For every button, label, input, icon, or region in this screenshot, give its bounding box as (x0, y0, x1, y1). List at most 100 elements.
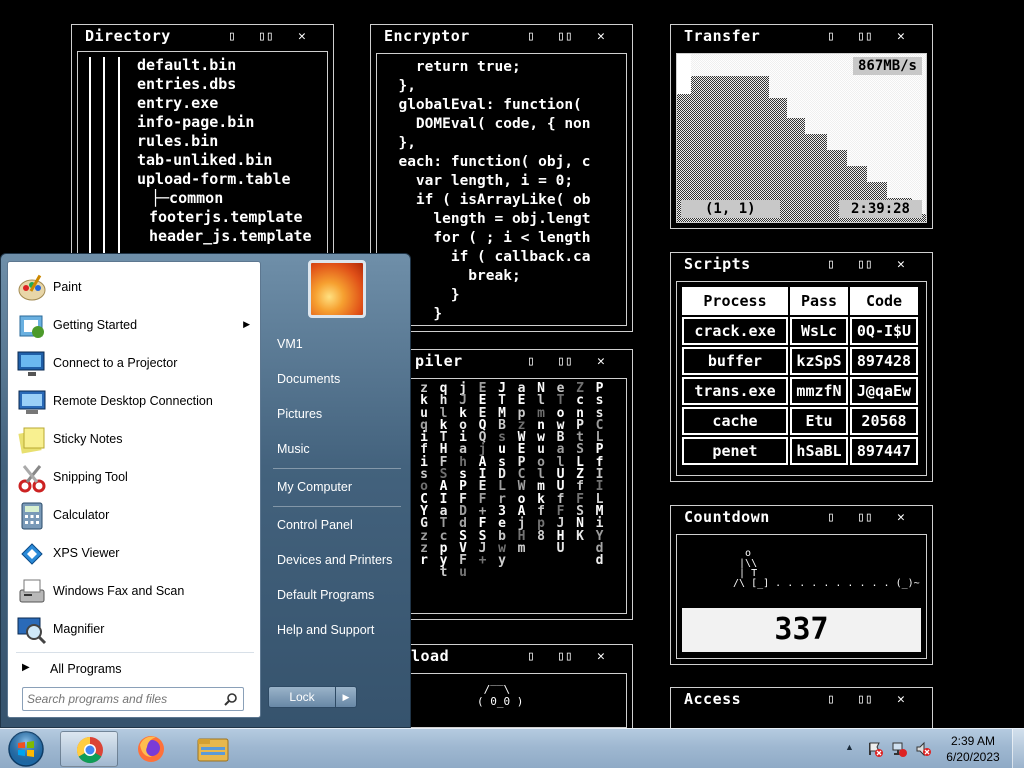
rain-column: zkuqifisoCYGzzr (419, 382, 430, 567)
program-getting-started[interactable]: Getting Started ▶ (12, 308, 258, 344)
program-label: Remote Desktop Connection (53, 394, 213, 408)
close-icon[interactable]: ✕ (897, 258, 905, 272)
transfer-time: 2:39:28 (838, 200, 922, 218)
close-icon[interactable]: ✕ (597, 650, 605, 664)
maximize-icon[interactable]: ▯▯ (857, 30, 873, 44)
all-programs-button[interactable]: ▶ All Programs (12, 656, 258, 682)
transfer-window: Transfer ▯ ▯▯ ✕ 867MB/s (1, 1) 2:39:28 (670, 24, 933, 229)
windows-logo-icon (8, 731, 44, 767)
minimize-icon[interactable]: ▯ (827, 258, 835, 272)
program-label: Calculator (53, 508, 110, 522)
start-button[interactable] (4, 730, 48, 768)
sticky-notes-icon (18, 427, 45, 454)
directory-entry[interactable]: rules.bin (137, 132, 312, 151)
access-titlebar[interactable]: Access ▯ ▯▯ ✕ (671, 688, 932, 712)
table-cell: 897428 (850, 347, 918, 375)
minimize-icon[interactable]: ▯ (527, 650, 535, 664)
ascii-art: o |\\ | T /\ [_] . . . . . . . . . . (_)… (733, 548, 920, 589)
close-icon[interactable]: ✕ (298, 30, 306, 44)
program-label: Connect to a Projector (53, 356, 178, 370)
close-icon[interactable]: ✕ (597, 355, 605, 369)
taskbar-firefox[interactable] (122, 731, 180, 767)
rain-glyph: m (517, 540, 526, 556)
minimize-icon[interactable]: ▯ (527, 355, 535, 369)
close-icon[interactable]: ✕ (597, 30, 605, 44)
transfer-titlebar[interactable]: Transfer ▯ ▯▯ ✕ (671, 25, 932, 49)
table-cell: 0Q-I$U (850, 317, 918, 345)
maximize-icon[interactable]: ▯▯ (557, 30, 573, 44)
clock[interactable]: 2:39 AM 6/20/2023 (940, 733, 1006, 765)
table-cell: Etu (790, 407, 848, 435)
show-desktop-button[interactable] (1012, 729, 1024, 768)
minimize-icon[interactable]: ▯ (228, 30, 236, 44)
right-item-documents[interactable]: Documents (269, 365, 403, 393)
network-icon[interactable] (891, 741, 907, 757)
minimize-icon[interactable]: ▯ (827, 511, 835, 525)
program-paint[interactable]: Paint (12, 270, 258, 306)
right-item-label: Documents (277, 372, 341, 386)
maximize-icon[interactable]: ▯▯ (557, 355, 573, 369)
show-hidden-icons[interactable]: ▲ (845, 742, 854, 752)
minimize-icon[interactable]: ▯ (827, 693, 835, 707)
program-fax-scan[interactable]: Windows Fax and Scan (12, 574, 258, 610)
directory-entry[interactable]: entries.dbs (137, 75, 312, 94)
program-connect-projector[interactable]: Connect to a Projector (12, 346, 258, 382)
shutdown-options-button[interactable]: ▶ (336, 686, 357, 708)
close-icon[interactable]: ✕ (897, 511, 905, 525)
getting-started-icon (19, 315, 44, 338)
directory-entry[interactable]: tab-unliked.bin (137, 151, 312, 170)
window-title: Scripts (684, 255, 751, 273)
maximize-icon[interactable]: ▯▯ (857, 511, 873, 525)
encryptor-titlebar[interactable]: Encryptor ▯ ▯▯ ✕ (371, 25, 632, 49)
directory-entry[interactable]: header_js.template (149, 227, 312, 246)
countdown-titlebar[interactable]: Countdown ▯ ▯▯ ✕ (671, 506, 932, 530)
rain-glyph: K (576, 528, 584, 544)
action-center-icon[interactable] (867, 741, 883, 757)
directory-titlebar[interactable]: Directory ▯ ▯▯ ✕ (72, 25, 333, 49)
directory-entry[interactable]: ├─common (151, 189, 312, 208)
right-item-music[interactable]: Music (269, 435, 403, 463)
right-item-default-programs[interactable]: Default Programs (269, 581, 403, 609)
taskbar-file-explorer[interactable] (184, 731, 242, 767)
right-item-my-computer[interactable]: My Computer (269, 473, 403, 501)
start-menu: Paint Getting Started ▶ Connect to a Pro… (0, 253, 411, 728)
search-icon[interactable] (224, 692, 238, 706)
user-avatar[interactable] (308, 260, 366, 318)
directory-entry[interactable]: info-page.bin (137, 113, 312, 132)
program-xps-viewer[interactable]: XPS Viewer (12, 536, 258, 572)
directory-entry[interactable]: footerjs.template (149, 208, 312, 227)
close-icon[interactable]: ✕ (897, 30, 905, 44)
maximize-icon[interactable]: ▯▯ (557, 650, 573, 664)
program-calculator[interactable]: Calculator (12, 498, 258, 534)
directory-entry[interactable]: entry.exe (137, 94, 312, 113)
program-label: Paint (53, 280, 82, 294)
right-item-help-support[interactable]: Help and Support (269, 616, 403, 644)
taskbar-chrome[interactable] (60, 731, 118, 767)
minimize-icon[interactable]: ▯ (527, 30, 535, 44)
rain-glyph: + (478, 553, 487, 569)
program-snipping-tool[interactable]: Snipping Tool (12, 460, 258, 496)
right-item-control-panel[interactable]: Control Panel (269, 511, 403, 539)
maximize-icon[interactable]: ▯▯ (258, 30, 274, 44)
directory-entry[interactable]: upload-form.table (137, 170, 312, 189)
close-icon[interactable]: ✕ (897, 693, 905, 707)
program-magnifier[interactable]: Magnifier (12, 612, 258, 648)
right-item-user[interactable]: VM1 (269, 330, 403, 358)
scripts-panel: Process Pass Code crack.exe WsLc 0Q-I$U … (676, 281, 927, 476)
search-input[interactable] (27, 691, 217, 707)
right-item-pictures[interactable]: Pictures (269, 400, 403, 428)
maximize-icon[interactable]: ▯▯ (857, 693, 873, 707)
rain-glyph: 8 (537, 528, 545, 544)
minimize-icon[interactable]: ▯ (827, 30, 835, 44)
directory-entry[interactable]: default.bin (137, 56, 312, 75)
lock-button[interactable]: Lock (268, 686, 336, 708)
volume-muted-icon[interactable] (915, 741, 931, 757)
scripts-titlebar[interactable]: Scripts ▯ ▯▯ ✕ (671, 253, 932, 277)
right-item-devices-printers[interactable]: Devices and Printers (269, 546, 403, 574)
arrow-right-icon: ▶ (22, 662, 30, 673)
scissors-icon (18, 465, 46, 493)
search-box[interactable] (22, 687, 244, 711)
program-remote-desktop[interactable]: Remote Desktop Connection (12, 384, 258, 420)
maximize-icon[interactable]: ▯▯ (857, 258, 873, 272)
program-sticky-notes[interactable]: Sticky Notes (12, 422, 258, 458)
